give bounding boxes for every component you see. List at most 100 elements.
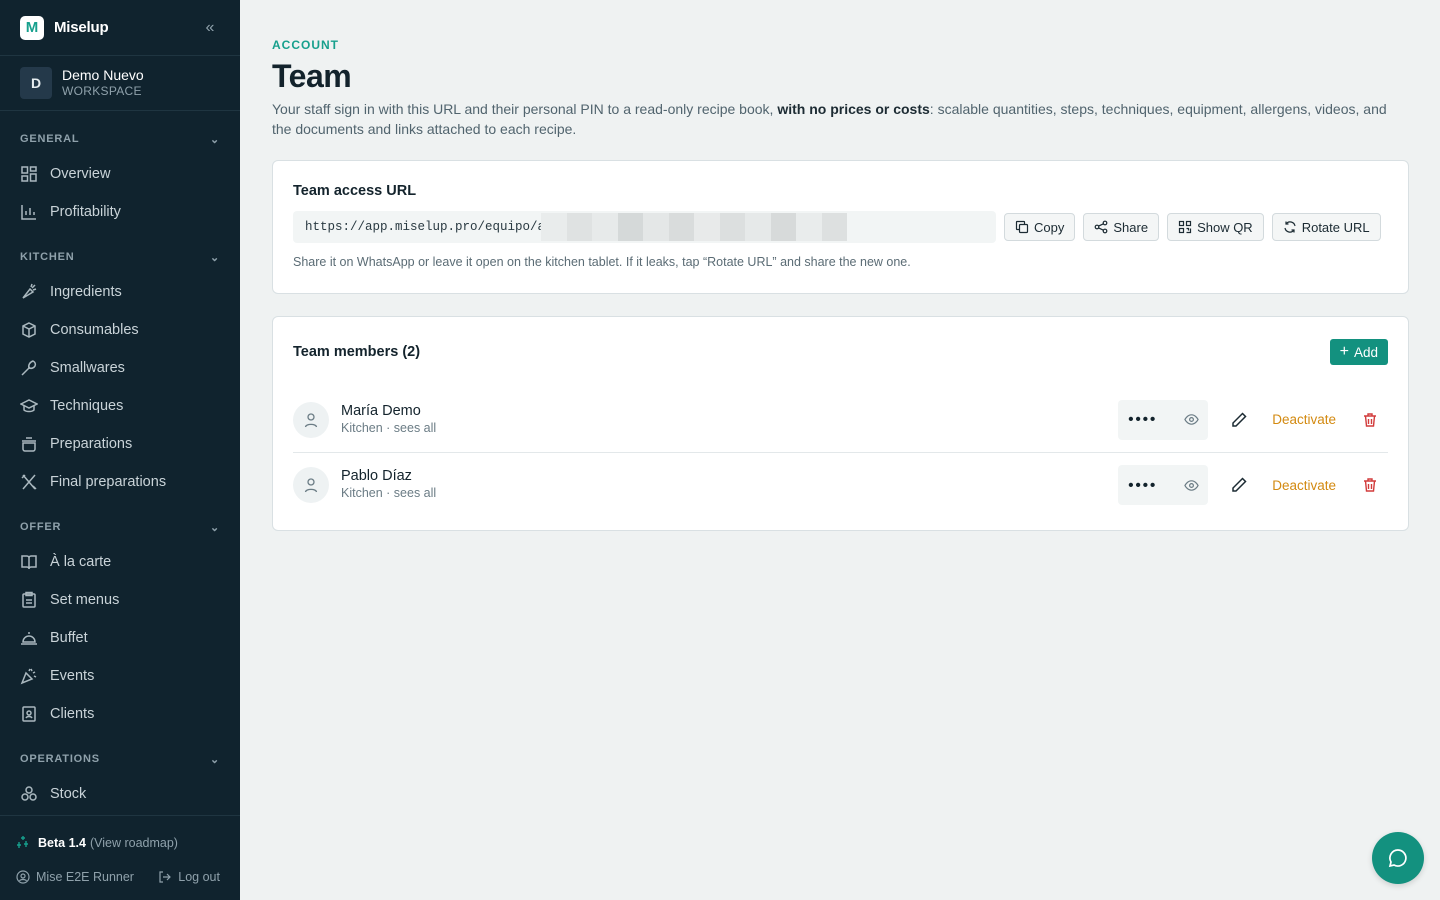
redacted-mask [541,213,847,241]
carrot-icon [20,283,38,301]
sidebar-footer: Beta 1.4 (View roadmap) Mise E2E Runner … [0,815,240,900]
section-title: GENERAL [20,133,80,145]
card-title: Team members (2) [293,344,421,360]
brand-name[interactable]: Miselup [54,19,109,36]
sidebar-item-label: Clients [50,706,95,722]
sidebar-item-label: À la carte [50,554,112,570]
card-title: Team access URL [293,183,417,199]
sidebar-item-stock[interactable]: Stock [0,775,240,813]
member-role: Kitchen · sees all [341,420,437,435]
brand-logo[interactable]: M [20,15,44,40]
pencil-icon[interactable] [1230,411,1248,429]
user-name: Mise E2E Runner [36,870,134,884]
sidebar-item-label: Overview [50,166,111,182]
section-general[interactable]: GENERAL ⌄ [0,129,240,149]
chevron-down-icon: ⌄ [209,521,220,534]
pot-icon [20,435,38,453]
logout-button[interactable]: Log out [158,870,220,884]
member-name: Pablo Díaz [341,468,412,484]
eye-icon[interactable] [1184,412,1199,427]
sidebar-item-profitability[interactable]: Profitability [0,193,240,231]
sidebar-item-a-la-carte[interactable]: À la carte [0,543,240,581]
sidebar-item-ingredients[interactable]: Ingredients [0,273,240,311]
fork-knife-icon [20,473,38,491]
workspace-switcher[interactable]: D Demo Nuevo WORKSPACE [0,56,240,111]
graduation-cap-icon [20,397,38,415]
sidebar-item-label: Events [50,668,95,684]
sidebar-item-clients[interactable]: Clients [0,695,240,733]
share-button[interactable]: Share [1083,213,1160,241]
sidebar-item-label: Techniques [50,398,124,414]
sidebar-item-label: Smallwares [50,360,125,376]
sidebar-item-final-preparations[interactable]: Final preparations [0,463,240,501]
sidebar-item-label: Final preparations [50,474,167,490]
boxes-icon [20,785,38,803]
add-member-button[interactable]: + Add [1329,339,1388,365]
grid-icon [20,165,38,183]
view-roadmap-link[interactable]: (View roadmap) [90,836,178,850]
sidebar-item-label: Buffet [50,630,88,646]
sidebar-item-consumables[interactable]: Consumables [0,311,240,349]
trash-icon[interactable] [1362,412,1378,428]
section-offer[interactable]: OFFER ⌄ [0,517,240,537]
sidebar-item-overview[interactable]: Overview [0,155,240,193]
page-title: Team [272,58,352,94]
cloche-icon [20,629,38,647]
pin-field: •••• [1118,399,1209,440]
collapse-sidebar-icon[interactable]: « [200,19,220,37]
plus-icon: + [1339,343,1349,360]
contact-icon [20,705,38,723]
user-menu[interactable]: Mise E2E Runner [16,870,134,884]
version-label: Beta 1.4 [38,836,86,850]
brand-header: M Miselup « [0,0,240,56]
copy-icon [1015,220,1029,234]
share-icon [1094,220,1108,234]
sidebar-item-smallwares[interactable]: Smallwares [0,349,240,387]
eye-icon[interactable] [1184,478,1199,493]
sidebar-item-techniques[interactable]: Techniques [0,387,240,425]
pin-mask: •••• [1128,476,1158,494]
section-title: KITCHEN [20,251,75,263]
refresh-icon [1284,221,1296,233]
sidebar-item-label: Set menus [50,592,120,608]
qr-code-icon [1178,220,1192,234]
trash-icon[interactable] [1362,477,1378,493]
page-eyebrow: ACCOUNT [272,38,339,52]
sidebar-item-label: Consumables [50,322,139,338]
member-name: María Demo [341,402,421,419]
sidebar-item-label: Profitability [50,204,121,220]
workspace-avatar: D [20,67,52,99]
sidebar-item-set-menus[interactable]: Set menus [0,581,240,619]
member-row: Pablo Díaz Kitchen · sees all •••• Deact… [293,452,1388,517]
section-title: OFFER [20,521,62,533]
workspace-name: Demo Nuevo [62,67,144,83]
main-content: ACCOUNT Team Your staff sign in with thi… [272,0,1409,531]
chevron-down-icon: ⌄ [209,251,220,264]
sidebar-item-events[interactable]: Events [0,657,240,695]
page-description: Your staff sign in with this URL and the… [272,101,1387,137]
deactivate-button[interactable]: Deactivate [1272,478,1336,493]
section-kitchen[interactable]: KITCHEN ⌄ [0,247,240,267]
sparkles-icon [16,835,30,852]
chat-button[interactable] [1372,832,1424,884]
rotate-url-button[interactable]: Rotate URL [1271,213,1381,241]
chat-bubble-icon [1388,849,1407,868]
sidebar: M Miselup « D Demo Nuevo WORKSPACE GENER… [0,0,240,900]
show-qr-button[interactable]: Show QR [1167,213,1264,241]
sidebar-item-label: Ingredients [50,284,122,300]
utensils-icon [20,359,38,377]
sidebar-item-buffet[interactable]: Buffet [0,619,240,657]
member-row: María Demo Kitchen · sees all •••• Deact… [293,387,1388,452]
logout-label: Log out [178,870,220,884]
section-operations[interactable]: OPERATIONS ⌄ [0,749,240,769]
user-circle-icon [16,870,30,884]
bar-chart-icon [20,203,38,221]
member-role: Kitchen · sees all [341,486,437,500]
access-url-text: https://app.miselup.pro/equipo/ac [305,220,553,234]
copy-button[interactable]: Copy [1004,213,1076,241]
sidebar-item-preparations[interactable]: Preparations [0,425,240,463]
access-url-field[interactable]: https://app.miselup.pro/equipo/ac [293,211,996,243]
team-access-card: Team access URL https://app.miselup.pro/… [272,160,1409,294]
deactivate-button[interactable]: Deactivate [1272,412,1336,427]
pencil-icon[interactable] [1230,476,1248,494]
